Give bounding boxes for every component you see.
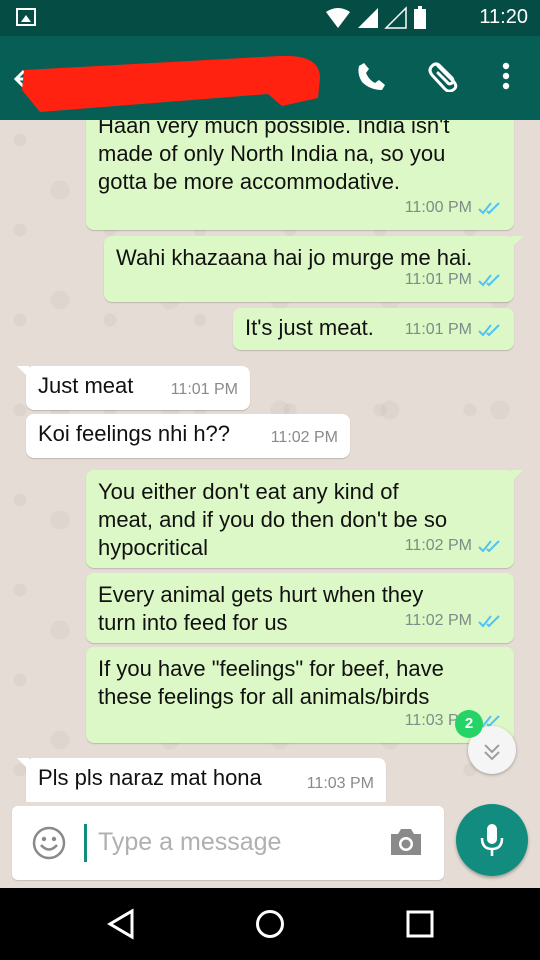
nav-home-button[interactable] — [254, 908, 286, 945]
phone-icon — [358, 63, 385, 90]
redacted-contact-name[interactable] — [20, 46, 325, 116]
message-text: Haan very much possible. India isn't mad… — [98, 120, 450, 194]
nav-back-button[interactable] — [106, 908, 136, 945]
status-icons — [324, 6, 444, 30]
message-time: 11:01 PM — [404, 321, 472, 338]
app-bar — [0, 36, 540, 120]
message-bubble-incoming[interactable]: Koi feelings nhi h?? 11:02 PM — [26, 414, 350, 458]
double-check-icon — [478, 540, 500, 553]
call-button[interactable] — [356, 60, 388, 97]
message-time: 11:00 PM — [404, 199, 472, 216]
emoji-icon — [32, 826, 66, 860]
message-bubble-outgoing[interactable]: Every animal gets hurt when they turn in… — [86, 573, 514, 643]
mic-icon — [480, 824, 504, 856]
message-time: 11:01 PM — [404, 271, 472, 288]
signal-empty-icon — [384, 6, 407, 29]
gallery-icon — [16, 8, 36, 26]
camera-icon — [391, 829, 421, 855]
system-nav-bar — [0, 888, 540, 960]
message-bubble-outgoing[interactable]: Wahi khazaana hai jo murge me hai. 11:01… — [104, 236, 523, 302]
message-bubble-incoming[interactable]: Just meat 11:01 PM — [17, 366, 250, 410]
double-check-icon — [478, 615, 500, 628]
message-time: 11:03 PM — [306, 775, 374, 792]
message-meta: 11:02 PM — [271, 424, 338, 452]
message-bubble-outgoing[interactable]: You either don't eat any kind of meat, a… — [86, 470, 523, 568]
overflow-menu-icon — [502, 62, 510, 90]
paperclip-icon — [428, 62, 458, 93]
voice-message-button[interactable] — [456, 804, 528, 876]
message-bubble-incoming[interactable]: Pls pls naraz mat hona 11:03 PM — [17, 758, 386, 802]
message-time: 11:02 PM — [270, 429, 338, 446]
text-caret — [84, 824, 87, 862]
message-meta: 11:02 PM — [405, 532, 502, 560]
message-meta: 11:01 PM — [405, 316, 502, 344]
emoji-button[interactable] — [32, 826, 66, 865]
message-meta: 11:02 PM — [405, 607, 502, 635]
message-meta: 11:01 PM — [171, 376, 238, 404]
nav-back-icon — [107, 908, 134, 940]
camera-button[interactable] — [388, 826, 424, 863]
double-check-icon — [478, 202, 500, 215]
message-input[interactable]: Type a message — [12, 806, 444, 880]
attach-button[interactable] — [428, 60, 462, 97]
message-meta: 11:00 PM — [405, 194, 502, 222]
nav-recents-button[interactable] — [404, 908, 436, 945]
double-check-icon — [478, 274, 500, 287]
message-bubble-outgoing[interactable]: Haan very much possible. India isn't mad… — [86, 120, 514, 230]
composer-bar: Type a message — [0, 802, 540, 888]
message-bubble-outgoing[interactable]: It's just meat. 11:01 PM — [233, 308, 514, 350]
message-placeholder: Type a message — [98, 828, 282, 856]
nav-home-icon — [256, 910, 284, 938]
message-time: 11:02 PM — [404, 612, 472, 629]
double-check-icon — [478, 324, 500, 337]
status-time: 11:20 — [479, 6, 528, 28]
battery-icon — [414, 6, 426, 29]
message-meta: 11:01 PM — [405, 266, 502, 294]
message-bubble-outgoing[interactable]: If you have "feelings" for beef, have th… — [86, 647, 514, 743]
status-bar: 11:20 — [0, 0, 540, 36]
signal-icon — [358, 8, 378, 28]
message-time: 11:02 PM — [404, 537, 472, 554]
wifi-icon — [326, 8, 350, 28]
overflow-menu-button[interactable] — [498, 60, 514, 97]
message-time: 11:01 PM — [170, 381, 238, 398]
nav-recents-icon — [406, 910, 434, 938]
message-meta: 11:03 PM — [307, 770, 374, 798]
unread-count-badge: 2 — [455, 710, 483, 738]
chat-area[interactable]: Haan very much possible. India isn't mad… — [0, 120, 540, 802]
message-text: If you have "feelings" for beef, have th… — [98, 656, 444, 709]
